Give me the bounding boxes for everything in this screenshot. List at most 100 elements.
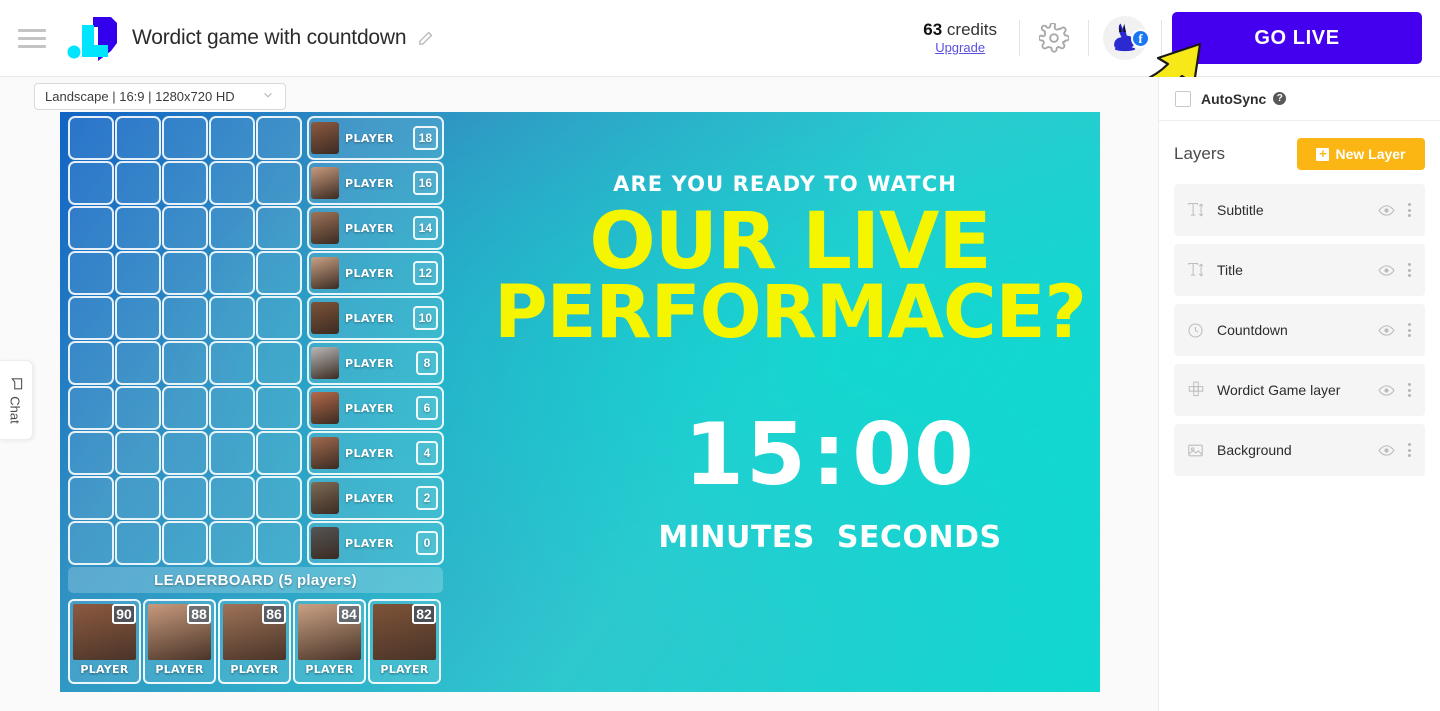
avatar[interactable]: f [1089,16,1161,60]
layer-item-subtitle[interactable]: Subtitle [1174,184,1425,236]
grid-cell[interactable] [209,476,255,520]
grid-cell[interactable] [68,521,114,565]
layer-actions [1378,381,1415,399]
grid-cell[interactable] [115,206,161,250]
grid-cell[interactable] [115,161,161,205]
gear-icon[interactable] [1020,23,1088,53]
crossword-icon [1187,381,1213,399]
layer-name: Wordict Game layer [1217,382,1341,398]
grid-cell[interactable] [115,476,161,520]
grid-cell[interactable] [68,386,114,430]
help-icon[interactable]: ? [1273,92,1287,105]
grid-cell[interactable] [162,296,208,340]
player-name: PLAYER [345,446,394,460]
go-live-button[interactable]: GO LIVE [1172,12,1422,64]
hamburger-icon[interactable] [18,21,52,55]
countdown-seconds: 00 [852,405,976,505]
grid-cell[interactable] [256,251,302,295]
grid-cell[interactable] [209,296,255,340]
grid-cell[interactable] [209,431,255,475]
grid-cell[interactable] [209,521,255,565]
title-line-2: PERFORMACE? [494,269,1087,355]
grid-cell[interactable] [162,386,208,430]
grid-cell[interactable] [162,431,208,475]
grid-cell[interactable] [209,206,255,250]
app-logo[interactable] [66,13,122,63]
kebab-menu-icon[interactable] [1404,441,1415,459]
eye-icon[interactable] [1378,322,1395,339]
grid-cell[interactable] [162,341,208,385]
grid-cell[interactable] [162,116,208,160]
grid-cell[interactable] [68,296,114,340]
kebab-menu-icon[interactable] [1404,201,1415,219]
grid-cell[interactable] [256,521,302,565]
grid-cell[interactable] [115,116,161,160]
grid-cell[interactable] [209,161,255,205]
grid-cell[interactable] [209,251,255,295]
grid-cell[interactable] [115,251,161,295]
grid-cell[interactable] [162,251,208,295]
grid-cell[interactable] [256,206,302,250]
grid-cell[interactable] [256,386,302,430]
grid-cell[interactable] [68,206,114,250]
player-score: 6 [416,396,438,420]
grid-cell[interactable] [115,431,161,475]
upgrade-link[interactable]: Upgrade [923,40,997,56]
title-layer[interactable]: OUR LIVE PERFORMACE? [480,203,1100,355]
grid-cell[interactable] [68,431,114,475]
new-layer-label: New Layer [1335,146,1406,162]
grid-cell[interactable] [256,116,302,160]
grid-cell[interactable] [68,251,114,295]
grid-cell[interactable] [68,476,114,520]
grid-cell[interactable] [68,161,114,205]
wordict-game-layer[interactable]: PLAYER 18 PLAYER 16 PLAYER 14 PLAYER 12 PLAYER 10… [68,116,448,688]
grid-cell[interactable] [209,116,255,160]
preview-canvas[interactable]: PLAYER 18 PLAYER 16 PLAYER 14 PLAYER 12 PLAYER 10… [60,112,1100,692]
grid-cell[interactable] [256,431,302,475]
grid-cell[interactable] [68,341,114,385]
player-score: 8 [416,351,438,375]
countdown-colon: : [811,405,849,505]
layer-item-wordict-game-layer[interactable]: Wordict Game layer [1174,364,1425,416]
eye-icon[interactable] [1378,262,1395,279]
layer-item-title[interactable]: Title [1174,244,1425,296]
grid-cell[interactable] [115,341,161,385]
text-layer-icon [1187,262,1213,278]
grid-cell[interactable] [209,386,255,430]
grid-cell[interactable] [256,476,302,520]
aspect-ratio-select[interactable]: Landscape | 16:9 | 1280x720 HD [34,83,286,110]
eye-icon[interactable] [1378,382,1395,399]
grid-cell[interactable] [256,161,302,205]
grid-cell[interactable] [68,116,114,160]
grid-cell[interactable] [162,476,208,520]
grid-cell[interactable] [162,206,208,250]
layer-name: Title [1217,262,1243,278]
label-seconds: SECONDS [836,520,1002,555]
app-header: Wordict game with countdown 63 credits U… [0,0,1440,86]
kebab-menu-icon[interactable] [1404,261,1415,279]
layer-item-background[interactable]: Background [1174,424,1425,476]
eye-icon[interactable] [1378,202,1395,219]
player-name: PLAYER [345,221,394,235]
eye-icon[interactable] [1378,442,1395,459]
grid-cell[interactable] [162,521,208,565]
grid-cell[interactable] [256,296,302,340]
layer-actions [1378,321,1415,339]
player-row: PLAYER 0 [307,521,444,565]
grid-cell[interactable] [115,386,161,430]
grid-cell[interactable] [162,161,208,205]
autosync-checkbox[interactable] [1175,90,1191,107]
grid-cell[interactable] [115,296,161,340]
countdown-layer[interactable]: 15:00 MINUTES SECONDS [560,412,1100,555]
subtitle-layer[interactable]: ARE YOU READY TO WATCH [490,172,1080,196]
chat-tab[interactable]: Chat [0,360,33,440]
grid-cell[interactable] [115,521,161,565]
hamburger-bar [18,44,46,48]
new-layer-button[interactable]: + New Layer [1297,138,1425,170]
grid-cell[interactable] [256,341,302,385]
pencil-icon[interactable] [417,30,434,47]
layer-item-countdown[interactable]: Countdown [1174,304,1425,356]
grid-cell[interactable] [209,341,255,385]
kebab-menu-icon[interactable] [1404,321,1415,339]
kebab-menu-icon[interactable] [1404,381,1415,399]
